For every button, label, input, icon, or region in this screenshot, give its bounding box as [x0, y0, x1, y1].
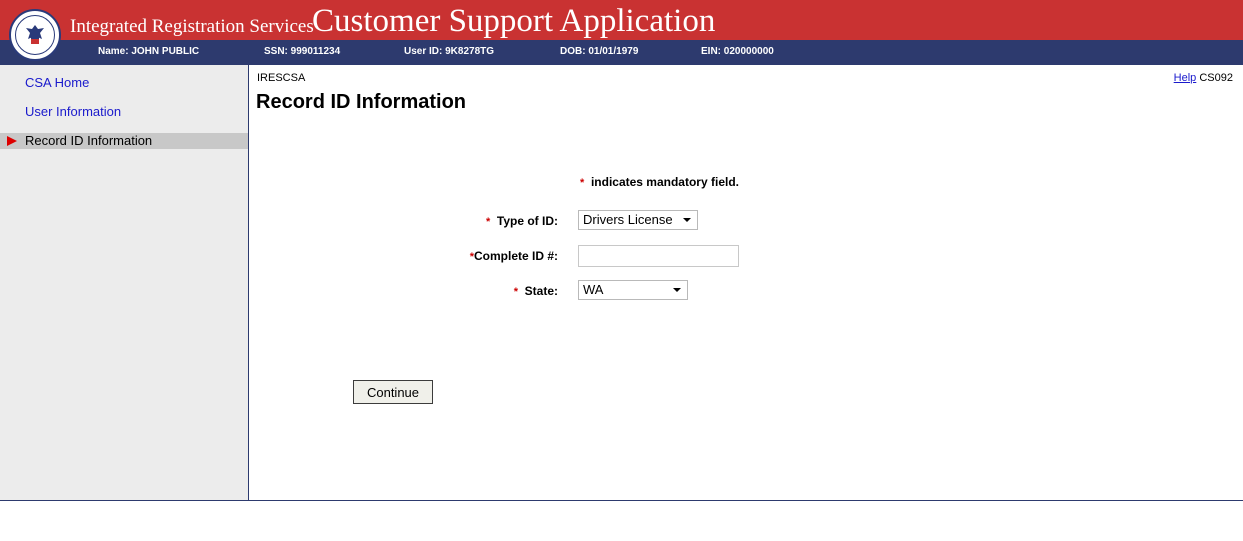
ssa-seal-logo: [9, 9, 61, 61]
state-select[interactable]: WA: [578, 280, 688, 300]
sidebar-item-user-information[interactable]: User Information: [0, 104, 248, 120]
sidebar-item-record-id-information[interactable]: Record ID Information: [0, 133, 248, 149]
type-of-id-label-text: Type of ID:: [496, 214, 558, 228]
sidebar-item-label: Record ID Information: [25, 133, 153, 148]
app-subtitle: Integrated Registration Services: [70, 16, 314, 37]
sidebar-item-csa-home[interactable]: CSA Home: [0, 75, 248, 91]
help-area: Help CS092: [1174, 72, 1233, 84]
sidebar-nav: CSA Home User Information Record ID Info…: [0, 65, 249, 500]
help-link[interactable]: Help: [1174, 72, 1197, 84]
footer-divider: [0, 500, 1243, 501]
complete-id-input[interactable]: [578, 245, 739, 267]
main-content: IRESCSA Help CS092 Record ID Information…: [250, 65, 1243, 500]
type-of-id-value: Drivers License: [583, 212, 673, 227]
required-marker: *: [580, 177, 585, 189]
info-name: Name: JOHN PUBLIC: [98, 46, 200, 57]
complete-id-label-text: Complete ID #:: [473, 249, 558, 263]
sidebar-item-label[interactable]: CSA Home: [25, 75, 89, 91]
breadcrumb: IRESCSA: [257, 72, 306, 84]
page-title: Record ID Information: [256, 91, 467, 113]
screen-code: CS092: [1199, 72, 1233, 84]
header-banner: Integrated Registration Services Custome…: [0, 0, 1243, 40]
type-of-id-label: * Type of ID:: [486, 214, 558, 228]
state-label-text: State:: [524, 284, 558, 298]
current-page-arrow-icon: [7, 136, 17, 146]
user-info-bar: Name: JOHN PUBLIC SSN: 999011234 User ID…: [0, 40, 1243, 65]
mandatory-legend: * indicates mandatory field.: [580, 175, 739, 189]
mandatory-note-text: indicates mandatory field.: [590, 175, 739, 189]
state-value: WA: [583, 282, 604, 297]
complete-id-label: *Complete ID #:: [470, 249, 558, 263]
sidebar-item-label[interactable]: User Information: [25, 104, 121, 120]
required-marker: *: [485, 216, 491, 228]
chevron-down-icon: [673, 288, 681, 292]
type-of-id-select[interactable]: Drivers License: [578, 210, 698, 230]
state-label: * State:: [514, 284, 558, 298]
required-marker: *: [513, 286, 518, 298]
app-title: Customer Support Application: [312, 3, 716, 39]
info-ein: EIN: 020000000: [701, 46, 774, 57]
info-user-id: User ID: 9K8278TG: [404, 46, 495, 57]
info-ssn: SSN: 999011234: [264, 46, 341, 57]
continue-button[interactable]: Continue: [353, 380, 433, 404]
info-dob: DOB: 01/01/1979: [560, 46, 639, 57]
eagle-icon: [26, 25, 44, 44]
chevron-down-icon: [683, 218, 691, 222]
